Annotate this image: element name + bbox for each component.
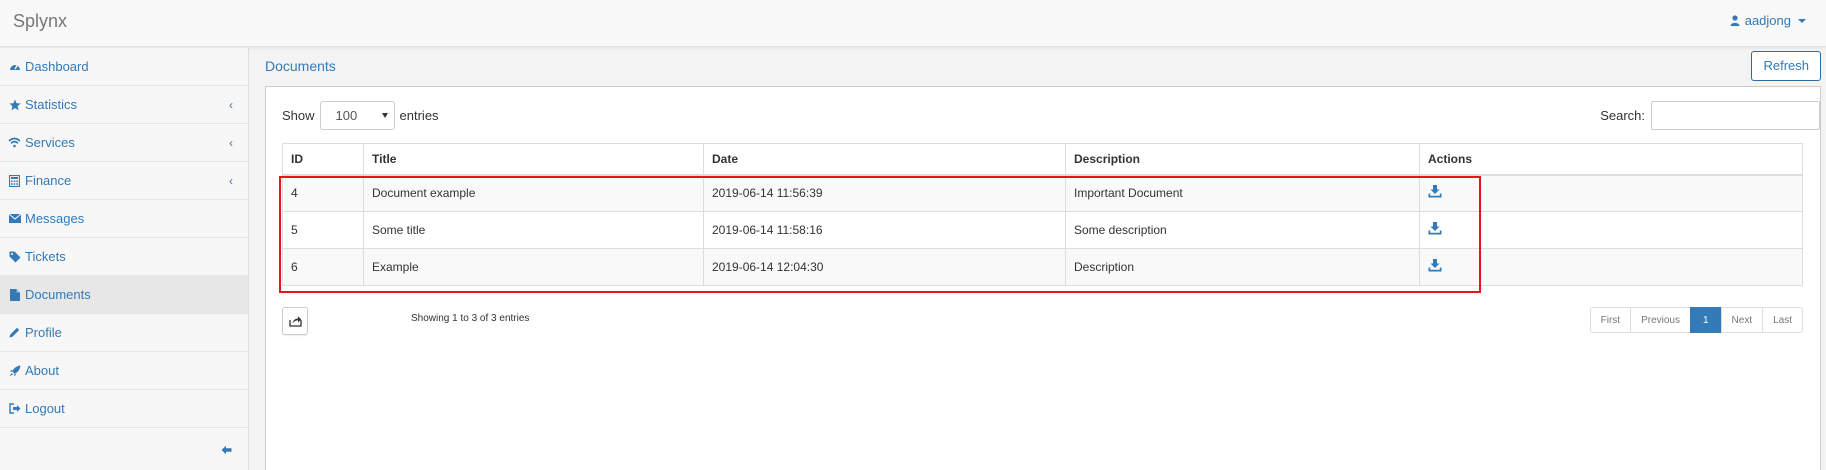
cell-title: Document example [363, 174, 704, 212]
cell-date: 2019-06-14 12:04:30 [703, 248, 1066, 286]
tags-icon [8, 250, 21, 263]
sidebar-item-label: Documents [25, 287, 91, 302]
sidebar-item-statistics[interactable]: Statistics ‹ [0, 86, 248, 124]
sidebar-item-services[interactable]: Services ‹ [0, 124, 248, 162]
sidebar-item-dashboard[interactable]: Dashboard [0, 48, 248, 86]
cell-id: 5 [282, 211, 364, 249]
page-title: Documents [265, 58, 336, 74]
entries-label: entries [399, 108, 439, 123]
table-info: Showing 1 to 3 of 3 entries [411, 313, 530, 324]
sign-out-icon [8, 402, 21, 415]
cell-title: Example [363, 248, 704, 286]
user-icon [1730, 15, 1740, 26]
pagination: First Previous 1 Next Last [1589, 307, 1803, 333]
sidebar-item-label: Dashboard [25, 59, 89, 74]
sidebar: Dashboard Statistics ‹ Services ‹ Financ… [0, 48, 249, 470]
sidebar-item-about[interactable]: About [0, 352, 248, 390]
sidebar-item-logout[interactable]: Logout [0, 390, 248, 428]
entries-length-control: Show 100 entries [282, 101, 439, 130]
column-header-id[interactable]: ID [282, 143, 364, 176]
rocket-icon [8, 364, 21, 377]
sidebar-item-messages[interactable]: Messages [0, 200, 248, 238]
pagination-next[interactable]: Next [1720, 307, 1764, 333]
envelope-icon [8, 212, 21, 225]
export-button[interactable] [282, 307, 308, 335]
sidebar-item-label: Finance [25, 173, 72, 188]
sidebar-item-label: Statistics [25, 97, 78, 112]
star-icon [8, 98, 21, 111]
sidebar-collapse-button[interactable] [221, 443, 232, 458]
column-header-date[interactable]: Date [703, 143, 1066, 176]
export-icon [288, 316, 302, 327]
chevron-left-icon: ‹ [229, 98, 233, 112]
cell-id: 4 [282, 174, 364, 212]
documents-panel: Show 100 entries Search: ID Title Date D… [265, 86, 1821, 470]
pencil-icon [8, 326, 21, 339]
sidebar-item-finance[interactable]: Finance ‹ [0, 162, 248, 200]
dropdown-arrow-icon [381, 113, 388, 118]
chevron-left-icon: ‹ [229, 136, 233, 150]
column-header-title[interactable]: Title [363, 143, 704, 176]
sidebar-item-label: Tickets [25, 249, 66, 264]
user-menu[interactable]: aadjong [1730, 13, 1806, 28]
table-header-row: ID Title Date Description Actions [282, 143, 1803, 176]
cell-date: 2019-06-14 11:58:16 [703, 211, 1066, 249]
cell-description: Some description [1065, 211, 1420, 249]
table-row: 4 Document example 2019-06-14 11:56:39 I… [282, 174, 1803, 212]
download-icon[interactable] [1428, 222, 1442, 236]
wifi-icon [8, 136, 21, 149]
calculator-icon [8, 174, 21, 187]
entries-select[interactable]: 100 [319, 101, 395, 130]
chevron-left-icon: ‹ [229, 174, 233, 188]
pagination-first[interactable]: First [1589, 307, 1632, 333]
sidebar-item-label: Logout [25, 401, 65, 416]
search-label: Search: [1600, 108, 1645, 123]
cell-description: Description [1065, 248, 1420, 286]
main-content: Documents Refresh Show 100 entries Searc… [250, 48, 1826, 470]
sidebar-item-label: Profile [25, 325, 62, 340]
search-input[interactable] [1651, 101, 1820, 130]
cell-description: Important Document [1065, 174, 1420, 212]
download-icon[interactable] [1428, 259, 1442, 273]
table-row: 6 Example 2019-06-14 12:04:30 Descriptio… [282, 248, 1803, 286]
dashboard-icon [8, 60, 21, 73]
search-control: Search: [1600, 101, 1820, 130]
documents-table: ID Title Date Description Actions 4 Docu… [282, 143, 1803, 286]
column-header-description[interactable]: Description [1065, 143, 1420, 176]
cell-id: 6 [282, 248, 364, 286]
top-navbar: Splynx aadjong [0, 0, 1826, 47]
file-icon [8, 288, 21, 301]
cell-actions [1419, 211, 1803, 249]
sidebar-item-profile[interactable]: Profile [0, 314, 248, 352]
brand-logo[interactable]: Splynx [13, 11, 67, 32]
refresh-button[interactable]: Refresh [1751, 51, 1821, 81]
cell-title: Some title [363, 211, 704, 249]
download-icon[interactable] [1428, 185, 1442, 199]
column-header-actions: Actions [1419, 143, 1803, 176]
cell-date: 2019-06-14 11:56:39 [703, 174, 1066, 212]
sidebar-item-label: Messages [25, 211, 85, 226]
sidebar-item-tickets[interactable]: Tickets [0, 238, 248, 276]
entries-select-value: 100 [335, 108, 358, 123]
sidebar-item-documents[interactable]: Documents [0, 276, 248, 314]
caret-down-icon [1798, 18, 1806, 23]
show-label: Show [282, 108, 315, 123]
user-name: aadjong [1744, 13, 1791, 28]
sidebar-item-label: Services [25, 135, 75, 150]
table-row: 5 Some title 2019-06-14 11:58:16 Some de… [282, 211, 1803, 249]
pagination-last[interactable]: Last [1762, 307, 1803, 333]
pagination-page-current[interactable]: 1 [1689, 307, 1722, 333]
arrow-left-icon [221, 445, 232, 455]
cell-actions [1419, 174, 1803, 212]
pagination-previous[interactable]: Previous [1630, 307, 1691, 333]
cell-actions [1419, 248, 1803, 286]
sidebar-item-label: About [25, 363, 59, 378]
